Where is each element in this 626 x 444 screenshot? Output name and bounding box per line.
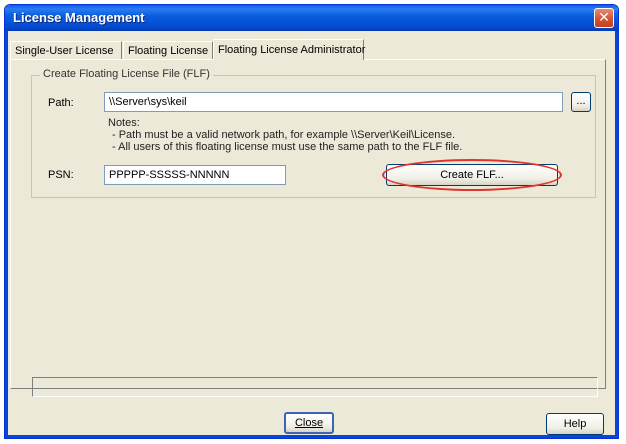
notes: Notes: - Path must be a valid network pa… (108, 117, 462, 153)
title-bar[interactable]: License Management ✕ (5, 5, 618, 31)
create-flf-button[interactable]: Create FLF... (386, 164, 558, 186)
notes-line-2: - All users of this floating license mus… (112, 141, 463, 153)
tab-single-user-license[interactable]: Single-User License (10, 41, 122, 59)
help-label: Help (563, 418, 587, 430)
browse-button[interactable]: ... (571, 92, 591, 112)
path-input[interactable]: \\Server\sys\keil (104, 92, 563, 112)
help-button[interactable]: Help (546, 413, 604, 435)
window-title: License Management (13, 10, 145, 25)
browse-label: ... (576, 95, 586, 107)
notes-heading: Notes: (108, 117, 140, 129)
tab-label: Single-User License (15, 45, 114, 57)
tab-floating-license-administrator[interactable]: Floating License Administrator (213, 39, 366, 60)
close-icon[interactable]: ✕ (594, 8, 614, 28)
window-frame-right (615, 31, 618, 438)
create-flf-label: Create FLF... (440, 169, 504, 181)
window-frame-bottom (5, 435, 618, 438)
status-bar (32, 377, 598, 397)
notes-line-1: - Path must be a valid network path, for… (112, 129, 455, 141)
tab-label: Floating License (128, 45, 209, 57)
tab-floating-license[interactable]: Floating License (123, 41, 213, 59)
psn-label: PSN: (48, 169, 74, 181)
close-label: Close (294, 417, 324, 429)
close-button[interactable]: Close (284, 412, 334, 434)
psn-input[interactable]: PPPPP-SSSSS-NNNNN (104, 165, 286, 185)
window-frame-left (5, 31, 8, 438)
tab-label: Floating License Administrator (218, 44, 366, 56)
path-label: Path: (48, 97, 74, 109)
group-label: Create Floating License File (FLF) (40, 68, 213, 80)
